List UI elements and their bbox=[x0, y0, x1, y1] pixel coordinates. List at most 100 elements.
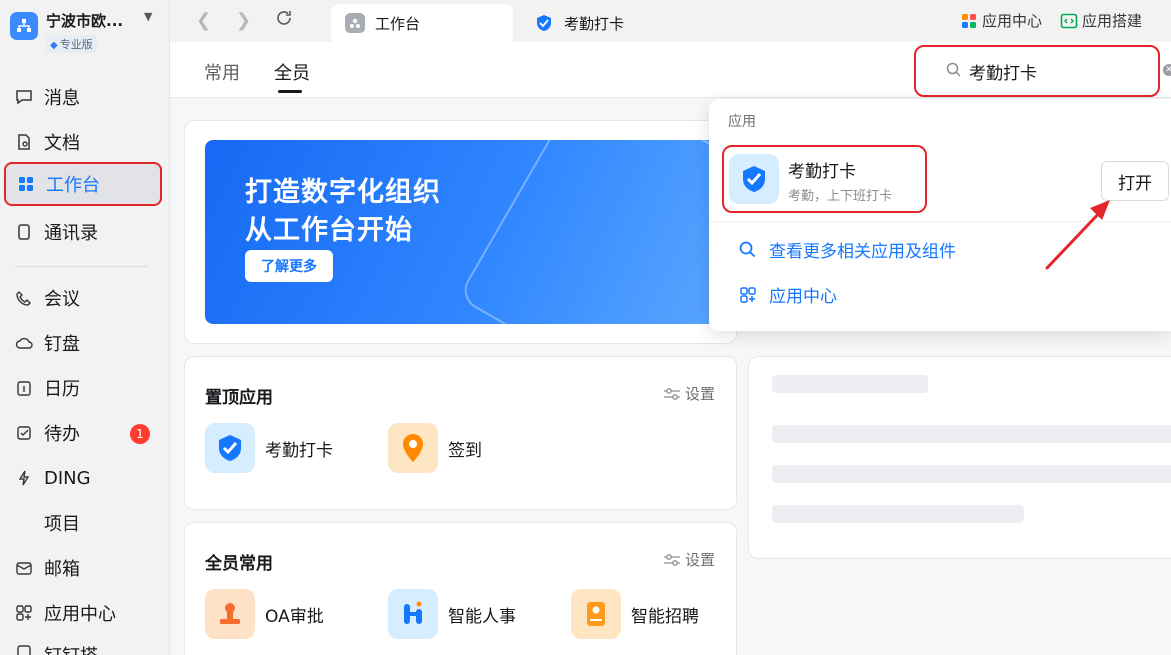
sidebar-item-calendar[interactable]: 日历 bbox=[4, 366, 162, 410]
tab-label: 工作台 bbox=[375, 14, 421, 33]
sidebar-item-label: 应用中心 bbox=[44, 604, 116, 625]
app-attendance[interactable]: 考勤打卡 bbox=[205, 423, 333, 473]
pinned-settings-button[interactable]: 设置 bbox=[663, 383, 715, 404]
app-check-in[interactable]: 签到 bbox=[388, 423, 482, 473]
document-icon bbox=[14, 132, 34, 152]
annotation-arrow-icon bbox=[1045, 200, 1110, 270]
sidebar-divider bbox=[14, 266, 148, 267]
app-builder-icon bbox=[1060, 12, 1078, 30]
ding-icon bbox=[14, 468, 34, 488]
location-pin-icon bbox=[388, 423, 438, 473]
app-smart-hr[interactable]: 智能人事 bbox=[388, 589, 516, 639]
sidebar-item-docs[interactable]: 文档 bbox=[4, 120, 162, 164]
tab-all-staff[interactable]: 全员 bbox=[274, 59, 310, 85]
skeleton-line bbox=[772, 375, 928, 393]
app-smart-recruit[interactable]: 智能招聘 bbox=[571, 589, 699, 639]
forward-icon[interactable]: ❯ bbox=[236, 10, 251, 31]
settings-sliders-icon bbox=[663, 553, 681, 567]
org-switcher[interactable]: 宁波市欧... ▼ ◆ 专业版 bbox=[10, 8, 165, 56]
clear-search-icon[interactable]: ✕ bbox=[1163, 64, 1171, 76]
search-icon bbox=[946, 62, 961, 81]
refresh-icon[interactable] bbox=[274, 8, 294, 33]
org-logo-icon bbox=[10, 12, 38, 40]
sidebar-item-label: 钉盘 bbox=[44, 334, 80, 355]
chevron-down-icon[interactable]: ▼ bbox=[144, 10, 152, 23]
sidebar-item-label: 项目 bbox=[44, 514, 80, 535]
more-apps-link[interactable]: 查看更多相关应用及组件 bbox=[739, 237, 956, 262]
sidebar: 宁波市欧... ▼ ◆ 专业版 消息 文档 工作台 通讯录 会议 钉盘 日历 待办… bbox=[0, 0, 170, 655]
sidebar-item-ding[interactable]: DING bbox=[4, 456, 162, 500]
app-center-link[interactable]: 应用中心 bbox=[739, 282, 837, 307]
edition-label: 专业版 bbox=[59, 38, 93, 51]
workbench-icon bbox=[16, 174, 36, 194]
sidebar-item-builder[interactable]: 钉钉搭 bbox=[4, 634, 162, 655]
app-center-icon bbox=[960, 12, 978, 30]
app-oa-approval[interactable]: OA审批 bbox=[205, 589, 324, 639]
app-center-button[interactable]: 应用中心 bbox=[960, 10, 1042, 31]
sidebar-item-label: 消息 bbox=[44, 88, 80, 109]
more-apps-label: 查看更多相关应用及组件 bbox=[769, 242, 956, 262]
recruit-icon bbox=[571, 589, 621, 639]
sidebar-item-meeting[interactable]: 会议 bbox=[4, 276, 162, 320]
result-name: 考勤打卡 bbox=[788, 162, 856, 182]
diamond-icon: ◆ bbox=[50, 40, 58, 51]
tab-workbench[interactable]: 工作台 bbox=[331, 4, 513, 42]
app-label: 智能人事 bbox=[448, 606, 516, 627]
search-input[interactable] bbox=[969, 61, 1129, 81]
sidebar-item-mail[interactable]: 邮箱 bbox=[4, 546, 162, 590]
app-builder-label: 应用搭建 bbox=[1082, 12, 1143, 30]
top-bar: ❮ ❯ 工作台 考勤打卡 应用中心 应用搭建 bbox=[170, 0, 1171, 42]
search-box[interactable] bbox=[932, 53, 1152, 89]
stamp-icon bbox=[205, 589, 255, 639]
skeleton-line bbox=[772, 465, 1171, 483]
skeleton-line bbox=[772, 425, 1171, 443]
todo-count-badge: 1 bbox=[130, 424, 150, 444]
mail-icon bbox=[14, 558, 34, 578]
app-center-icon bbox=[14, 603, 34, 623]
sidebar-item-drive[interactable]: 钉盘 bbox=[4, 321, 162, 365]
skeleton-line bbox=[772, 505, 1024, 523]
hr-icon bbox=[388, 589, 438, 639]
workbench-tab-icon bbox=[345, 13, 365, 33]
sidebar-item-label: 文档 bbox=[44, 133, 80, 154]
search-highlight bbox=[914, 45, 1160, 97]
org-name: 宁波市欧... bbox=[46, 12, 124, 30]
project-icon bbox=[14, 513, 34, 533]
app-label: 签到 bbox=[448, 440, 482, 461]
sidebar-item-app-center[interactable]: 应用中心 bbox=[4, 591, 162, 635]
learn-more-button[interactable]: 了解更多 bbox=[245, 250, 333, 282]
attendance-tab-icon bbox=[534, 13, 554, 33]
back-icon[interactable]: ❮ bbox=[196, 10, 211, 31]
tab-label: 考勤打卡 bbox=[564, 14, 625, 33]
result-description: 考勤，上下班打卡 bbox=[788, 189, 893, 204]
edition-badge: ◆ 专业版 bbox=[46, 35, 97, 53]
attendance-check-icon bbox=[729, 154, 779, 204]
sidebar-item-label: 工作台 bbox=[46, 175, 100, 196]
tab-common[interactable]: 常用 bbox=[204, 59, 240, 85]
app-label: OA审批 bbox=[265, 606, 324, 627]
app-center-icon bbox=[739, 286, 757, 304]
sidebar-item-label: 日历 bbox=[44, 379, 80, 400]
tab-attendance[interactable]: 考勤打卡 bbox=[520, 4, 624, 42]
sidebar-item-contacts[interactable]: 通讯录 bbox=[4, 210, 162, 254]
banner-title: 打造数字化组织 从工作台开始 bbox=[245, 174, 441, 250]
builder-icon bbox=[14, 642, 34, 655]
sidebar-item-project[interactable]: 项目 bbox=[4, 501, 162, 545]
app-center-label: 应用中心 bbox=[982, 12, 1043, 30]
calendar-icon bbox=[14, 378, 34, 398]
app-builder-button[interactable]: 应用搭建 bbox=[1060, 10, 1142, 31]
sidebar-item-workbench[interactable]: 工作台 bbox=[4, 162, 162, 206]
app-label: 智能招聘 bbox=[631, 606, 699, 627]
result-attendance[interactable]: 考勤打卡 考勤，上下班打卡 bbox=[722, 145, 927, 213]
sidebar-item-label: 待办 bbox=[44, 424, 80, 445]
banner-line-1: 打造数字化组织 bbox=[245, 177, 441, 208]
loading-card bbox=[748, 356, 1171, 559]
settings-label: 设置 bbox=[685, 551, 716, 569]
search-icon bbox=[739, 241, 757, 258]
common-settings-button[interactable]: 设置 bbox=[663, 549, 715, 570]
sidebar-item-label: 会议 bbox=[44, 289, 80, 310]
message-icon bbox=[14, 87, 34, 107]
sidebar-item-label: DING bbox=[44, 467, 91, 489]
sidebar-item-messages[interactable]: 消息 bbox=[4, 75, 162, 119]
promo-banner[interactable]: 打造数字化组织 从工作台开始 了解更多 bbox=[205, 140, 725, 324]
